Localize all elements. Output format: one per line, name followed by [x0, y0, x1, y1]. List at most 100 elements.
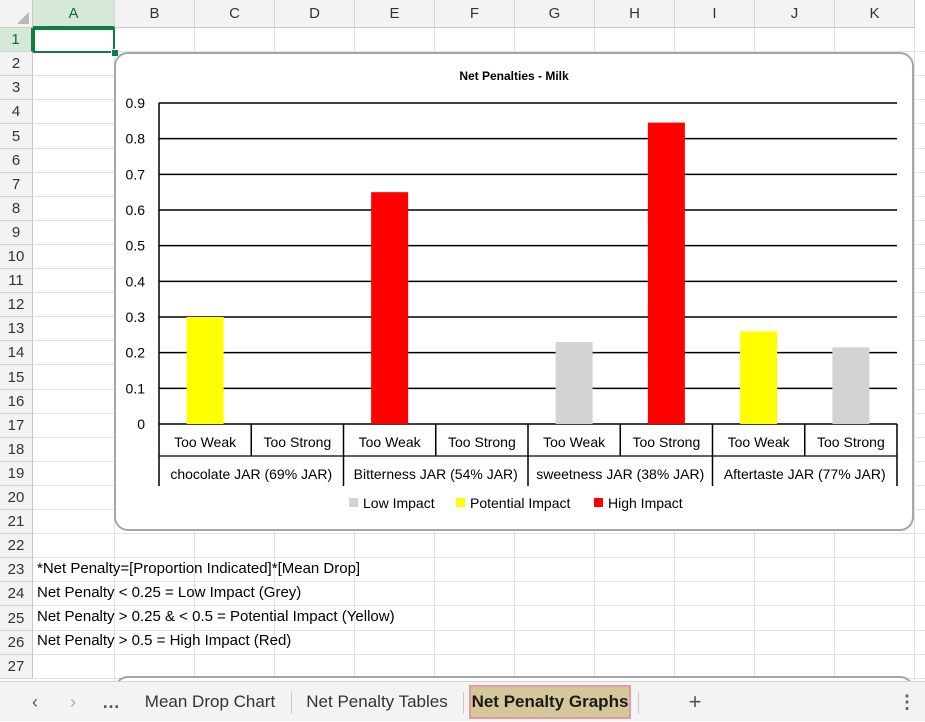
- row-gridline: [33, 654, 925, 655]
- tab-separator: [463, 692, 464, 714]
- column-header-B[interactable]: B: [115, 0, 195, 28]
- y-tick-label: 0.8: [126, 131, 146, 147]
- chevron-right-icon[interactable]: ›: [58, 682, 88, 722]
- x-group-label: chocolate JAR (69% JAR): [170, 466, 332, 482]
- bar-6: [647, 122, 685, 424]
- row-header-7[interactable]: 7: [0, 173, 33, 197]
- x-category-label: Too Strong: [633, 434, 701, 450]
- x-category-label: Too Strong: [817, 434, 885, 450]
- column-header-I[interactable]: I: [675, 0, 755, 28]
- column-header-A[interactable]: A: [33, 0, 115, 28]
- tab-net-penalty-graphs[interactable]: Net Penalty Graphs: [469, 685, 631, 719]
- tab-net-penalty-tables[interactable]: Net Penalty Tables: [298, 685, 456, 719]
- column-header-C[interactable]: C: [195, 0, 275, 28]
- bar-7: [740, 331, 778, 424]
- tab-mean-drop-chart[interactable]: Mean Drop Chart: [136, 685, 284, 719]
- row-header-26[interactable]: 26: [0, 631, 33, 655]
- row-header-24[interactable]: 24: [0, 582, 33, 606]
- bar-5: [555, 341, 593, 424]
- row-header-5[interactable]: 5: [0, 124, 33, 149]
- row-header-27[interactable]: 27: [0, 655, 33, 679]
- y-tick-label: 0.3: [126, 309, 146, 325]
- select-all-corner[interactable]: [0, 0, 33, 28]
- row-header-19[interactable]: 19: [0, 462, 33, 486]
- row-gridline: [33, 557, 925, 558]
- note-high-impact: Net Penalty > 0.5 = High Impact (Red): [37, 632, 292, 649]
- y-tick-label: 0.4: [126, 273, 146, 289]
- row-gridline: [33, 605, 925, 606]
- row-header-13[interactable]: 13: [0, 317, 33, 341]
- row-header-11[interactable]: 11: [0, 269, 33, 293]
- column-gridline: [914, 28, 915, 681]
- vertical-ellipsis-icon[interactable]: ⋮: [892, 682, 922, 722]
- row-header-23[interactable]: 23: [0, 558, 33, 582]
- row-gridline: [33, 581, 925, 582]
- bar-3: [371, 192, 409, 424]
- spreadsheet-grid[interactable]: ABCDEFGHIJK 1 2 3 4 5 6 7 8 9 10 11 12 13 14 15 16 17 18 1…: [0, 0, 925, 681]
- column-header-J[interactable]: J: [755, 0, 835, 28]
- x-category-label: Too Strong: [264, 434, 332, 450]
- row-header-22[interactable]: 22: [0, 534, 33, 558]
- column-header-H[interactable]: H: [595, 0, 675, 28]
- row-header-14[interactable]: 14: [0, 341, 33, 365]
- bar-8: [832, 347, 870, 424]
- selected-cell-A1[interactable]: [33, 28, 115, 53]
- chart-canvas: Net Penalties - Milk 0 0.1 0.2 0.3 0.4 0.5 0.6 0…: [126, 69, 898, 511]
- net-penalties-chart[interactable]: Net Penalties - Milk 0 0.1 0.2 0.3 0.4 0.5 0.6 0…: [114, 52, 914, 531]
- bar-1: [186, 317, 224, 424]
- row-header-20[interactable]: 20: [0, 486, 33, 510]
- chevron-left-icon[interactable]: ‹: [20, 682, 50, 722]
- column-header-F[interactable]: F: [435, 0, 515, 28]
- y-tick-label: 0.7: [126, 166, 146, 182]
- sheet-tab-bar: ‹ › … Mean Drop Chart Net Penalty Tables…: [0, 681, 925, 721]
- tab-separator: [291, 692, 292, 714]
- row-header-1[interactable]: 1: [0, 28, 33, 52]
- y-tick-label: 0: [137, 416, 145, 432]
- column-header-K[interactable]: K: [835, 0, 915, 28]
- row-header-17[interactable]: 17: [0, 414, 33, 438]
- column-header-G[interactable]: G: [515, 0, 595, 28]
- row-header-15[interactable]: 15: [0, 365, 33, 390]
- y-tick-label: 0.1: [126, 380, 146, 396]
- chart-title: Net Penalties - Milk: [459, 69, 569, 83]
- note-low-impact: Net Penalty < 0.25 = Low Impact (Grey): [37, 584, 302, 601]
- column-header-D[interactable]: D: [275, 0, 355, 28]
- plus-icon[interactable]: +: [680, 682, 710, 722]
- x-category-label: Too Weak: [174, 434, 237, 450]
- x-group-label: Aftertaste JAR (77% JAR): [724, 466, 886, 482]
- x-category-label: Too Weak: [543, 434, 606, 450]
- legend-swatch-2: [456, 498, 465, 507]
- legend-swatch-1: [349, 498, 358, 507]
- column-header-E[interactable]: E: [355, 0, 435, 28]
- legend-label-1: Low Impact: [363, 495, 435, 511]
- y-tick-label: 0.6: [126, 202, 146, 218]
- row-header-21[interactable]: 21: [0, 510, 33, 534]
- x-category-label: Too Weak: [359, 434, 422, 450]
- legend-swatch-3: [594, 498, 603, 507]
- row-header-3[interactable]: 3: [0, 76, 33, 100]
- row-header-25[interactable]: 25: [0, 606, 33, 631]
- row-header-9[interactable]: 9: [0, 221, 33, 245]
- legend-label-2: Potential Impact: [470, 495, 570, 511]
- tab-separator: [638, 692, 639, 714]
- row-header-4[interactable]: 4: [0, 100, 33, 124]
- x-category-label: Too Weak: [728, 434, 791, 450]
- y-tick-label: 0.2: [126, 345, 146, 361]
- row-header-2[interactable]: 2: [0, 52, 33, 76]
- row-gridline: [33, 533, 925, 534]
- note-potential-impact: Net Penalty > 0.25 & < 0.5 = Potential I…: [37, 608, 395, 625]
- row-header-16[interactable]: 16: [0, 390, 33, 414]
- row-gridline: [33, 630, 925, 631]
- row-header-12[interactable]: 12: [0, 293, 33, 317]
- y-tick-label: 0.5: [126, 238, 146, 254]
- row-header-18[interactable]: 18: [0, 438, 33, 462]
- x-group-label: sweetness JAR (38% JAR): [536, 466, 704, 482]
- row-header-8[interactable]: 8: [0, 197, 33, 221]
- x-group-label: Bitterness JAR (54% JAR): [354, 466, 518, 482]
- x-category-label: Too Strong: [448, 434, 516, 450]
- ellipsis-icon[interactable]: …: [96, 682, 126, 722]
- y-tick-label: 0.9: [126, 95, 146, 111]
- legend-label-3: High Impact: [608, 495, 683, 511]
- row-header-10[interactable]: 10: [0, 245, 33, 269]
- row-header-6[interactable]: 6: [0, 149, 33, 173]
